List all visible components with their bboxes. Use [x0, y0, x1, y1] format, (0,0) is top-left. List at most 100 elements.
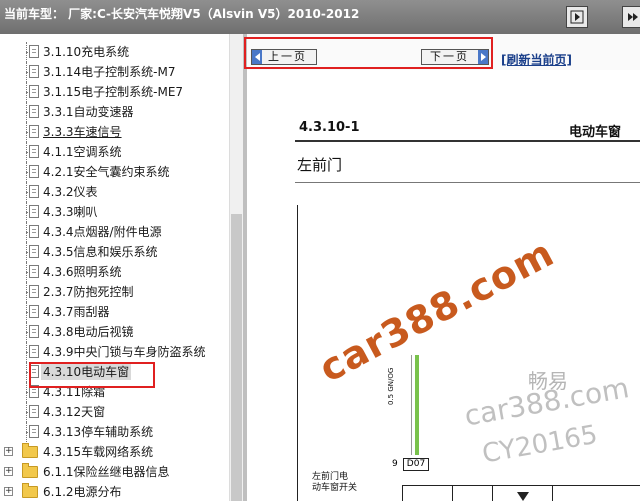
- tree-item[interactable]: 4.3.11除霜: [0, 382, 229, 402]
- document-icon: [29, 345, 39, 358]
- expand-plus-icon[interactable]: +: [4, 447, 13, 456]
- diode-symbol: [517, 492, 529, 501]
- next-page-label: 下一页: [430, 50, 469, 63]
- document-icon: [29, 145, 39, 158]
- tree-item-label: 4.3.7雨刮器: [43, 305, 110, 319]
- navigation-tree: 3.1.10充电系统 3.1.14电子控制系统-M7 3.1.15电子控制系统-ME…: [0, 34, 229, 501]
- tree-item[interactable]: 3.3.1自动变速器: [0, 102, 229, 122]
- tree-item-label: 3.1.15电子控制系统-ME7: [43, 85, 184, 99]
- tree-item-label: 4.2.1安全气囊约束系统: [43, 165, 170, 179]
- diagram-frame-line: [297, 205, 298, 501]
- previous-page-button[interactable]: 上一页: [251, 49, 317, 65]
- header-rule: [295, 140, 640, 142]
- previous-page-label: 上一页: [268, 50, 307, 63]
- document-icon: [29, 265, 39, 278]
- switch-label-line-1: 左前门电: [312, 472, 349, 482]
- tree-item-label: 4.3.6照明系统: [43, 265, 122, 279]
- tree-item[interactable]: 4.3.12天窗: [0, 402, 229, 422]
- bus-tick: [402, 485, 403, 501]
- document-icon: [29, 165, 39, 178]
- refresh-page-link[interactable]: [刷新当前页]: [501, 51, 572, 68]
- tree-item-label: 4.3.8电动后视镜: [43, 325, 134, 339]
- switch-label: 左前门电 动车窗开关: [312, 472, 357, 494]
- title-bar: 当前车型： 厂家:C-长安汽车悦翔V5（Alsvin V5）2010-2012: [0, 0, 640, 34]
- tree-item-label: 6.1.2电源分布: [43, 485, 122, 499]
- document-icon: [29, 45, 39, 58]
- wire-green: [415, 355, 419, 455]
- document-icon: [29, 365, 39, 378]
- tree-item[interactable]: 4.3.2仪表: [0, 182, 229, 202]
- tree-item[interactable]: 4.3.5信息和娱乐系统: [0, 242, 229, 262]
- document-icon: [29, 105, 39, 118]
- document-icon: [29, 225, 39, 238]
- bus-tick: [452, 485, 453, 501]
- tree-item[interactable]: 4.3.3喇叭: [0, 202, 229, 222]
- tree-item[interactable]: 4.3.7雨刮器: [0, 302, 229, 322]
- tree-item-label: 4.1.1空调系统: [43, 145, 122, 159]
- bus-tick: [552, 485, 553, 501]
- document-icon: [29, 385, 39, 398]
- bus-tick: [492, 485, 493, 501]
- toggle-tree-button[interactable]: [566, 6, 588, 28]
- folder-icon: [22, 463, 38, 478]
- document-icon: [29, 185, 39, 198]
- tree-item[interactable]: 4.3.13停车辅助系统: [0, 422, 229, 442]
- document-icon: [29, 85, 39, 98]
- tree-item-label: 2.3.7防抱死控制: [43, 285, 134, 299]
- expand-plus-icon[interactable]: +: [4, 487, 13, 496]
- tree-item-label: 4.3.4点烟器/附件电源: [43, 225, 162, 239]
- tree-item[interactable]: 4.2.1安全气囊约束系统: [0, 162, 229, 182]
- tree-item[interactable]: +6.1.1保险丝继电器信息: [0, 462, 229, 482]
- tree-item-label: 3.3.1自动变速器: [43, 105, 134, 119]
- tree-item[interactable]: 4.3.9中央门锁与车身防盗系统: [0, 342, 229, 362]
- tree-item-label: 3.1.10充电系统: [43, 45, 130, 59]
- tree-item[interactable]: 3.3.3车速信号: [0, 122, 229, 142]
- tree-item[interactable]: 4.1.1空调系统: [0, 142, 229, 162]
- tree-item[interactable]: +4.3.15车载网络系统: [0, 442, 229, 462]
- tree-item-label: 4.3.9中央门锁与车身防盗系统: [43, 345, 206, 359]
- tree-item[interactable]: 3.1.10充电系统: [0, 42, 229, 62]
- tree-item[interactable]: 4.3.10电动车窗: [0, 362, 229, 382]
- wire-label: 0.5 GN/OG: [387, 367, 395, 405]
- expand-plus-icon[interactable]: +: [4, 467, 13, 476]
- tree-item[interactable]: 2.3.7防抱死控制: [0, 282, 229, 302]
- tree-item[interactable]: 4.3.8电动后视镜: [0, 322, 229, 342]
- title-rule: [295, 182, 640, 183]
- expand-button[interactable]: [622, 6, 640, 28]
- tree-scrollbar[interactable]: [229, 34, 243, 501]
- tree-item-label: 3.1.14电子控制系统-M7: [43, 65, 176, 79]
- diagram-subtitle: 电动车窗: [569, 125, 622, 140]
- door-title: 左前门: [297, 156, 343, 174]
- tree-item-label: 4.3.11除霜: [43, 385, 106, 399]
- bus-line: [402, 485, 640, 486]
- tree-item[interactable]: 4.3.4点烟器/附件电源: [0, 222, 229, 242]
- document-icon: [29, 205, 39, 218]
- tree-item[interactable]: 3.1.14电子控制系统-M7: [0, 62, 229, 82]
- panel-toggle-icon: [570, 10, 584, 24]
- tree-item-label: 4.3.5信息和娱乐系统: [43, 245, 158, 259]
- connector-label: D07: [403, 458, 429, 471]
- tree-scrollbar-thumb[interactable]: [231, 214, 242, 501]
- pin-number: 9: [392, 459, 398, 469]
- arrow-right-icon: [478, 50, 488, 64]
- document-icon: [29, 425, 39, 438]
- folder-icon: [22, 443, 38, 458]
- tree-item-label: 4.3.12天窗: [43, 405, 106, 419]
- page-navigation-bar: 上一页 下一页 [刷新当前页]: [247, 34, 640, 70]
- tree-item[interactable]: +6.1.2电源分布: [0, 482, 229, 501]
- document-icon: [29, 305, 39, 318]
- tree-item-label: 4.3.3喇叭: [43, 205, 98, 219]
- tree-item-label: 4.3.10电动车窗: [41, 364, 132, 380]
- document-icon: [29, 65, 39, 78]
- section-number: 4.3.10-1: [299, 120, 360, 135]
- tree-item[interactable]: 3.1.15电子控制系统-ME7: [0, 82, 229, 102]
- document-icon: [29, 405, 39, 418]
- tree-item-label: 3.3.3车速信号: [43, 125, 122, 139]
- vehicle-label: 当前车型： 厂家:C-长安汽车悦翔V5（Alsvin V5）2010-2012: [4, 7, 360, 21]
- tree-item[interactable]: 4.3.6照明系统: [0, 262, 229, 282]
- next-page-button[interactable]: 下一页: [421, 49, 489, 65]
- folder-icon: [22, 483, 38, 498]
- expand-icon: [628, 13, 638, 21]
- wiring-diagram-page: 4.3.10-1 电动车窗 左前门 0.5 GN/OG 9 D07 左前门电 动…: [247, 70, 640, 501]
- document-icon: [29, 125, 39, 138]
